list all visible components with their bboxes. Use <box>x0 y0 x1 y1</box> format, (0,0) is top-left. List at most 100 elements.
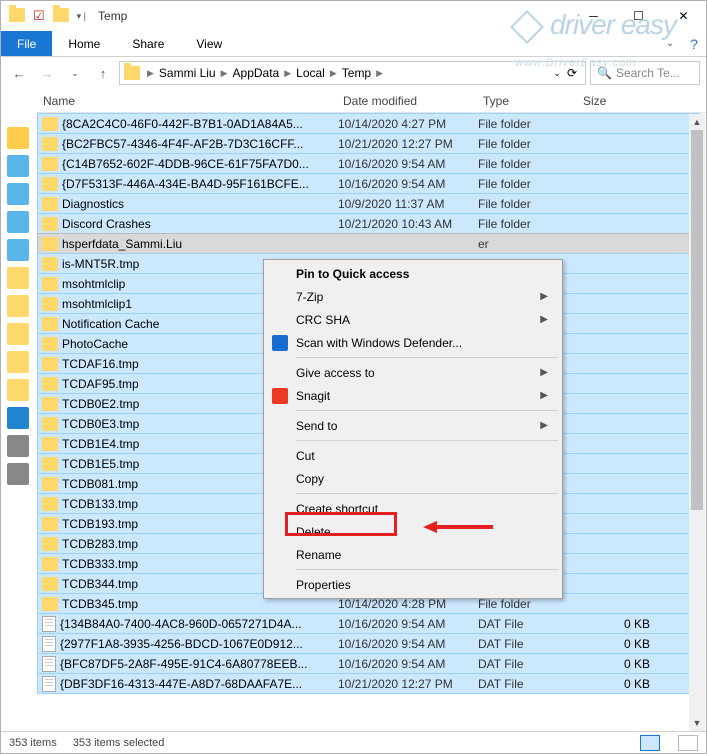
table-row[interactable]: {DBF3DF16-4313-447E-A8D7-68DAAFA7E...10/… <box>37 673 700 694</box>
breadcrumb[interactable]: ▶ Sammi Liu ▶ AppData ▶ Local ▶ Temp ▶ ⌄… <box>119 61 586 85</box>
breadcrumb-segment[interactable]: Sammi Liu <box>159 66 216 80</box>
folder-icon <box>42 297 58 311</box>
separator <box>296 410 558 411</box>
close-button[interactable]: ✕ <box>661 1 706 31</box>
folder-icon <box>124 66 140 80</box>
scroll-up-icon[interactable]: ▲ <box>689 114 705 130</box>
dropdown-icon[interactable]: ⌄ <box>553 68 561 79</box>
this-pc-icon[interactable] <box>7 435 29 457</box>
menu-delete[interactable]: Delete <box>266 520 560 543</box>
tab-view[interactable]: View <box>180 31 238 56</box>
file-tab[interactable]: File <box>1 31 52 56</box>
help-icon[interactable]: ? <box>682 31 706 56</box>
downloads-icon[interactable] <box>7 183 29 205</box>
chevron-right-icon[interactable]: ▶ <box>144 68 157 79</box>
file-name: TCDB1E4.tmp <box>62 437 139 451</box>
table-row[interactable]: {2977F1A8-3935-4256-BDCD-1067E0D912...10… <box>37 633 700 654</box>
folder-icon[interactable] <box>7 323 29 345</box>
file-name: hsperfdata_Sammi.Liu <box>62 237 182 251</box>
minimize-button[interactable]: ─ <box>571 1 616 31</box>
file-name: msohtmlclip1 <box>62 297 132 311</box>
maximize-button[interactable]: ☐ <box>616 1 661 31</box>
tab-home[interactable]: Home <box>52 31 116 56</box>
table-row[interactable]: {C14B7652-602F-4DDB-96CE-61F75FA7D0...10… <box>37 153 700 174</box>
quick-access-icon[interactable] <box>7 127 29 149</box>
forward-button[interactable]: → <box>35 61 59 85</box>
menu-defender[interactable]: Scan with Windows Defender... <box>266 331 560 354</box>
qat-dropdown-icon[interactable]: ▾ | <box>77 11 86 22</box>
title-bar: ☑ ▾ | Temp ─ ☐ ✕ <box>1 1 706 31</box>
breadcrumb-segment[interactable]: Temp <box>342 66 371 80</box>
menu-7zip[interactable]: 7-Zip▶ <box>266 285 560 308</box>
menu-send-to[interactable]: Send to▶ <box>266 414 560 437</box>
desktop-icon[interactable] <box>7 155 29 177</box>
back-button[interactable]: ← <box>7 61 31 85</box>
scroll-down-icon[interactable]: ▼ <box>689 715 705 731</box>
table-row[interactable]: {D7F5313F-446A-434E-BA4D-95F161BCFE...10… <box>37 173 700 194</box>
menu-create-shortcut[interactable]: Create shortcut <box>266 497 560 520</box>
folder-icon[interactable] <box>7 295 29 317</box>
folder-icon <box>42 557 58 571</box>
onedrive-icon[interactable] <box>7 407 29 429</box>
address-bar: ← → ⌄ ↑ ▶ Sammi Liu ▶ AppData ▶ Local ▶ … <box>1 57 706 89</box>
folder-icon[interactable] <box>7 379 29 401</box>
menu-rename[interactable]: Rename <box>266 543 560 566</box>
column-name[interactable]: Name <box>37 89 337 112</box>
documents-icon[interactable] <box>7 211 29 233</box>
breadcrumb-segment[interactable]: AppData <box>233 66 280 80</box>
file-type: DAT File <box>478 677 578 691</box>
menu-crc-sha[interactable]: CRC SHA▶ <box>266 308 560 331</box>
menu-properties[interactable]: Properties <box>266 573 560 596</box>
thumbnails-view-button[interactable] <box>678 735 698 751</box>
table-row[interactable]: Diagnostics10/9/2020 11:37 AMFile folder <box>37 193 700 214</box>
column-date[interactable]: Date modified <box>337 89 477 112</box>
file-size: 0 KB <box>578 637 658 651</box>
chevron-right-icon[interactable]: ▶ <box>281 68 294 79</box>
folder-icon <box>42 317 58 331</box>
ribbon-expand-icon[interactable]: ⌄ <box>658 31 682 56</box>
table-row[interactable]: Discord Crashes10/21/2020 10:43 AMFile f… <box>37 213 700 234</box>
file-name: TCDB345.tmp <box>62 597 138 611</box>
file-name: {8CA2C4C0-46F0-442F-B7B1-0AD1A84A5... <box>62 117 303 131</box>
chevron-right-icon[interactable]: ▶ <box>327 68 340 79</box>
folder-icon <box>42 437 58 451</box>
file-name: TCDB0E2.tmp <box>62 397 139 411</box>
menu-cut[interactable]: Cut <box>266 444 560 467</box>
folder-icon <box>42 177 58 191</box>
check-icon[interactable]: ☑ <box>33 8 45 24</box>
menu-give-access[interactable]: Give access to▶ <box>266 361 560 384</box>
search-input[interactable]: 🔍 Search Te... <box>590 61 700 85</box>
folder-icon <box>42 217 58 231</box>
column-size[interactable]: Size <box>577 89 657 112</box>
recent-dropdown-icon[interactable]: ⌄ <box>63 61 87 85</box>
tab-share[interactable]: Share <box>116 31 180 56</box>
chevron-right-icon: ▶ <box>540 367 548 378</box>
menu-copy[interactable]: Copy <box>266 467 560 490</box>
folder-icon <box>42 597 58 611</box>
scrollbar-thumb[interactable] <box>691 130 703 510</box>
status-selected-count: 353 items selected <box>73 737 165 749</box>
table-row[interactable]: {BC2FBC57-4346-4F4F-AF2B-7D3C16CFF...10/… <box>37 133 700 154</box>
up-button[interactable]: ↑ <box>91 61 115 85</box>
table-row[interactable]: {BFC87DF5-2A8F-495E-91C4-6A80778EEB...10… <box>37 653 700 674</box>
folder-icon <box>42 357 58 371</box>
menu-pin-quick-access[interactable]: Pin to Quick access <box>266 262 560 285</box>
network-icon[interactable] <box>7 463 29 485</box>
vertical-scrollbar[interactable]: ▲ ▼ <box>689 114 705 731</box>
column-type[interactable]: Type <box>477 89 577 112</box>
refresh-icon[interactable]: ⟳ <box>563 66 581 80</box>
chevron-right-icon[interactable]: ▶ <box>373 68 386 79</box>
folder-icon[interactable] <box>7 267 29 289</box>
folder-icon[interactable] <box>7 351 29 373</box>
pictures-icon[interactable] <box>7 239 29 261</box>
table-row[interactable]: {8CA2C4C0-46F0-442F-B7B1-0AD1A84A5...10/… <box>37 113 700 134</box>
file-name: {BFC87DF5-2A8F-495E-91C4-6A80778EEB... <box>60 657 307 671</box>
nav-pane[interactable] <box>3 121 33 733</box>
chevron-right-icon[interactable]: ▶ <box>218 68 231 79</box>
table-row[interactable]: hsperfdata_Sammi.Liuer <box>37 233 700 254</box>
breadcrumb-segment[interactable]: Local <box>296 66 325 80</box>
file-name: PhotoCache <box>62 337 128 351</box>
menu-snagit[interactable]: Snagit▶ <box>266 384 560 407</box>
details-view-button[interactable] <box>640 735 660 751</box>
table-row[interactable]: {134B84A0-7400-4AC8-960D-0657271D4A...10… <box>37 613 700 634</box>
